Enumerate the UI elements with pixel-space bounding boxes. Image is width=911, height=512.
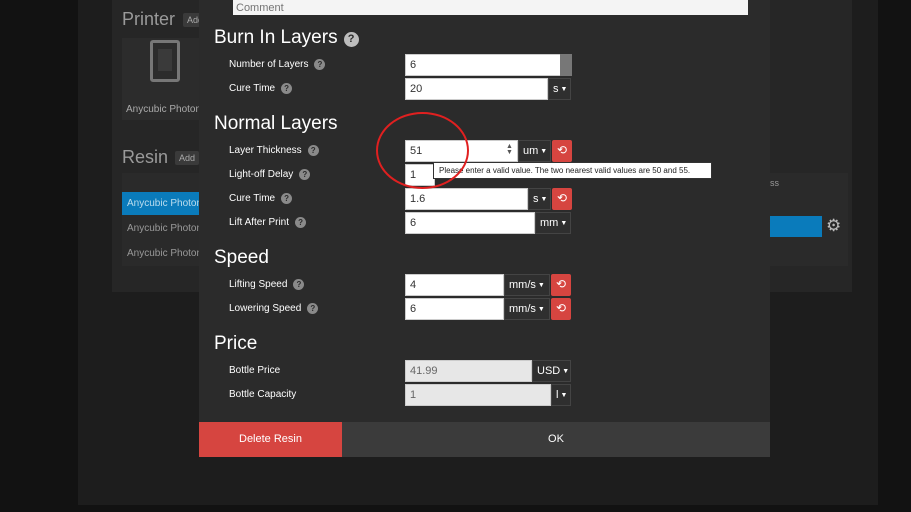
capacity-unit-select[interactable]: l ▼ (551, 384, 571, 406)
layer-thickness-unit-select[interactable]: um ▼ (518, 140, 551, 162)
reset-layer-thickness-button[interactable]: ⟲ (552, 140, 572, 162)
reset-cure-time-button[interactable]: ⟲ (552, 188, 572, 210)
lowering-speed-unit-select[interactable]: mm/s ▼ (504, 298, 550, 320)
help-icon[interactable]: ? (293, 279, 305, 290)
stepper-handle[interactable] (560, 54, 572, 76)
annotation-circle (376, 112, 469, 189)
reset-icon: ⟲ (556, 191, 568, 205)
lowering-speed-label: Lowering Speed? (229, 303, 319, 314)
lowering-speed-input[interactable]: 6 (405, 298, 504, 320)
reset-icon: ⟲ (555, 301, 567, 315)
chevron-down-icon: ▼ (560, 392, 568, 399)
lift-after-print-unit-select[interactable]: mm ▼ (535, 212, 571, 234)
help-icon[interactable]: ? (307, 303, 319, 314)
validation-tooltip: Please enter a valid value. The two near… (433, 162, 712, 179)
printer-icon (150, 40, 180, 82)
gear-icon[interactable]: ⚙ (826, 216, 841, 236)
normal-layers-heading: Normal Layers (214, 113, 338, 134)
help-icon[interactable]: ? (343, 32, 359, 47)
chevron-down-icon: ▼ (537, 282, 545, 289)
lifting-speed-unit-select[interactable]: mm/s ▼ (504, 274, 550, 296)
lift-after-print-label: Lift After Print? (229, 217, 307, 228)
chevron-down-icon: ▼ (562, 368, 570, 375)
reset-icon: ⟲ (556, 143, 568, 157)
cure-time-label: Cure Time? (229, 193, 293, 204)
number-of-layers-input[interactable]: 6 (405, 54, 561, 76)
bottle-price-label: Bottle Price (229, 365, 281, 376)
bottle-capacity-input[interactable]: 1 (405, 384, 551, 406)
bottle-capacity-label: Bottle Capacity (229, 389, 297, 400)
ok-button[interactable]: OK (342, 422, 770, 457)
help-icon[interactable]: ? (299, 169, 311, 180)
resin-list-item[interactable]: Anycubic Photon (122, 217, 202, 240)
reset-lowering-speed-button[interactable]: ⟲ (551, 298, 571, 320)
burn-in-cure-time-unit-select[interactable]: s ▼ (548, 78, 571, 100)
lift-after-print-input[interactable]: 6 (405, 212, 535, 234)
burn-in-cure-time-label: Cure Time? (229, 83, 293, 94)
help-icon[interactable]: ? (307, 145, 319, 156)
burn-in-layers-heading: Burn In Layers? (214, 27, 359, 49)
reset-lifting-speed-button[interactable]: ⟲ (551, 274, 571, 296)
selected-row-highlight (770, 216, 822, 237)
printer-name: Anycubic Photon (126, 104, 202, 115)
burn-in-cure-time-input[interactable]: 20 (405, 78, 548, 100)
chevron-down-icon: ▼ (560, 220, 568, 227)
help-icon[interactable]: ? (314, 59, 326, 70)
cure-time-unit-select[interactable]: s ▼ (528, 188, 551, 210)
chevron-down-icon: ▼ (540, 148, 548, 155)
cure-time-input[interactable]: 1.6 (405, 188, 528, 210)
currency-select[interactable]: USD ▼ (532, 360, 571, 382)
lifting-speed-input[interactable]: 4 (405, 274, 504, 296)
resin-table-header-fragment: ss (770, 178, 779, 188)
chevron-down-icon: ▼ (560, 86, 568, 93)
comment-input[interactable] (233, 0, 748, 15)
help-icon[interactable]: ? (295, 217, 307, 228)
chevron-down-icon: ▼ (537, 306, 545, 313)
number-of-layers-label: Number of Layers? (229, 59, 326, 70)
resin-list-item[interactable]: Anycubic Photon (122, 242, 202, 265)
chevron-down-icon: ▼ (540, 196, 548, 203)
bottle-price-input[interactable]: 41.99 (405, 360, 532, 382)
resin-list-item[interactable]: Anycubic Photon (122, 192, 202, 215)
spin-arrows-icon[interactable]: ▲ ▼ (506, 143, 513, 156)
price-heading: Price (214, 333, 258, 354)
lifting-speed-label: Lifting Speed? (229, 279, 305, 290)
layer-thickness-label: Layer Thickness? (229, 145, 319, 156)
add-resin-button[interactable]: Add (175, 151, 200, 165)
help-icon[interactable]: ? (281, 193, 293, 204)
help-icon[interactable]: ? (281, 83, 293, 94)
resin-section-title: Resin (122, 147, 169, 167)
delete-resin-button[interactable]: Delete Resin (199, 422, 342, 457)
speed-heading: Speed (214, 247, 269, 268)
light-off-delay-label: Light-off Delay? (229, 169, 311, 180)
printer-section-title: Printer (122, 9, 176, 29)
reset-icon: ⟲ (555, 277, 567, 291)
